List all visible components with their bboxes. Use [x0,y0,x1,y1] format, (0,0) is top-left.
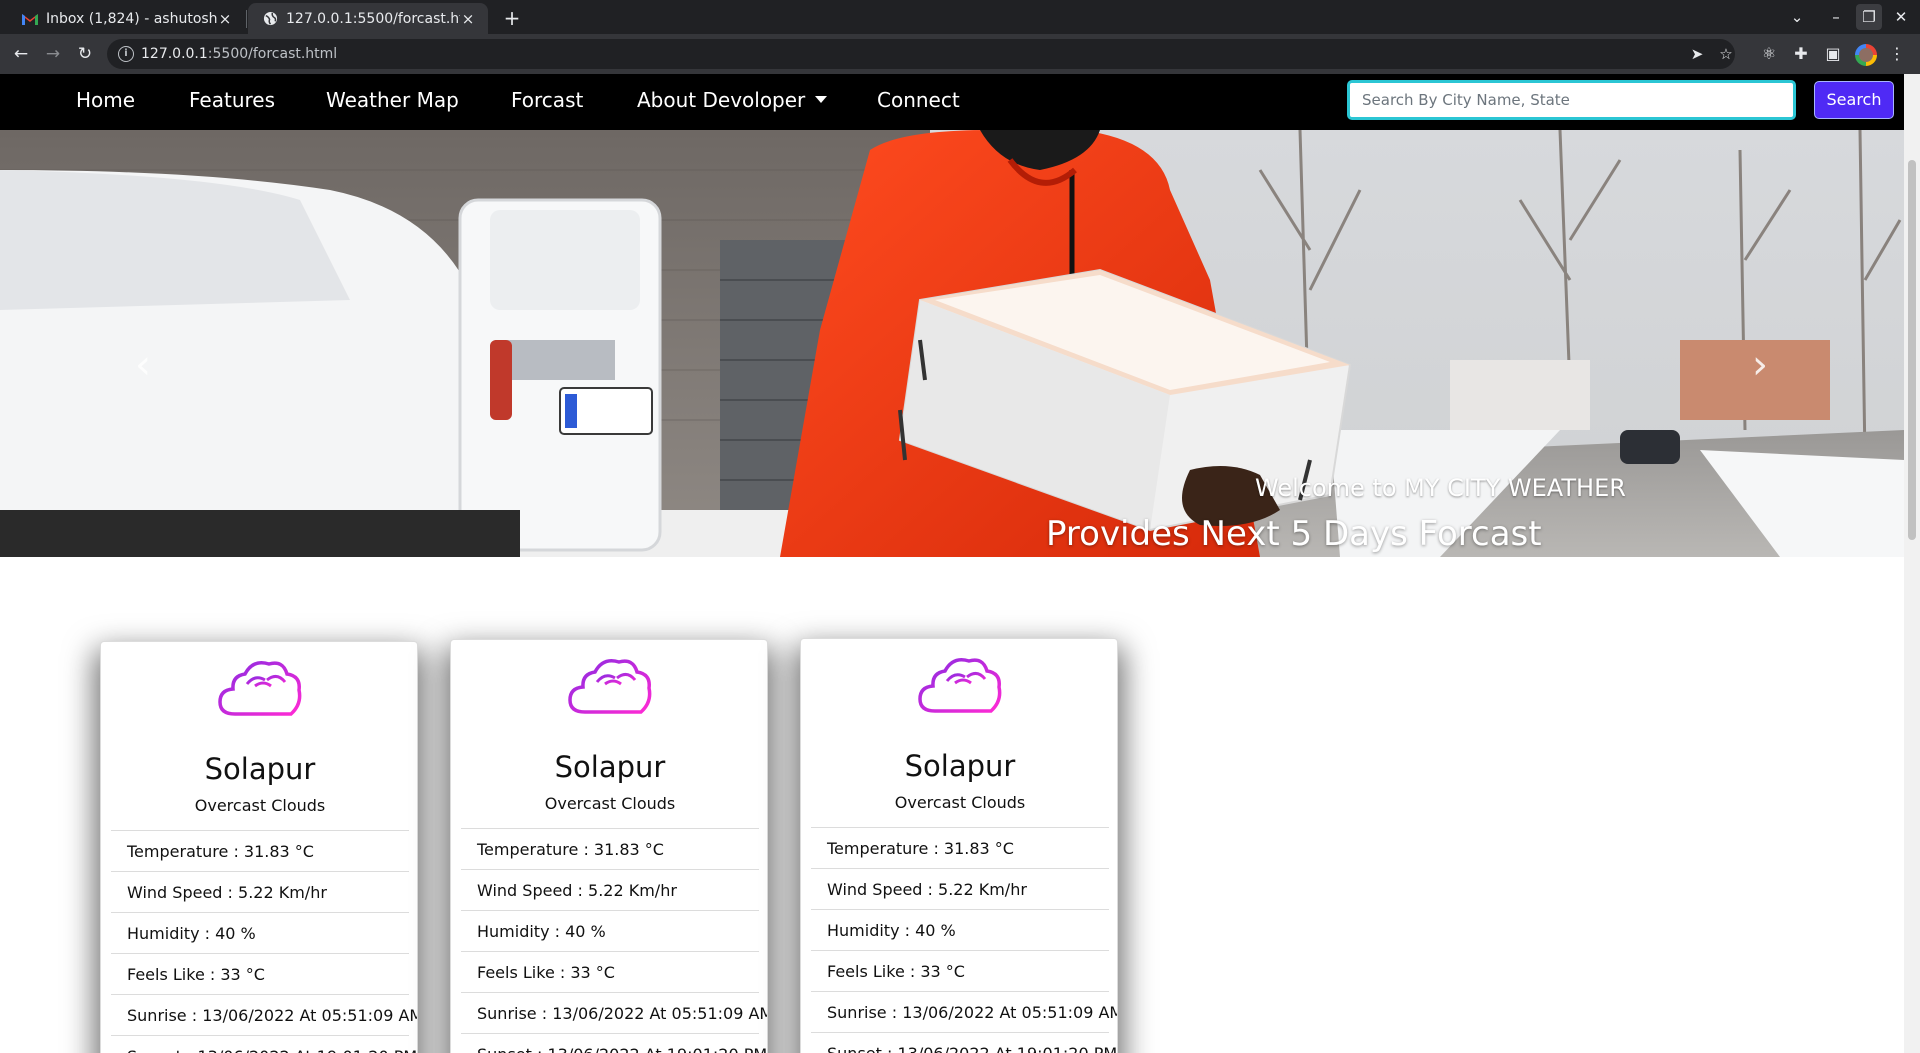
browser-tabstrip: Inbox (1,824) - ashutosh.s × 127.0.0.1:5… [0,0,1920,34]
cloud-icon [218,661,302,716]
side-panel-icon[interactable]: ▣ [1820,41,1846,67]
profile-avatar[interactable] [1855,44,1877,66]
tab-title: 127.0.0.1:5500/forcast.htm [286,10,460,27]
extensions-puzzle-icon[interactable]: ✚ [1788,41,1814,67]
list-item: Feels Like : 33 °C [461,951,759,992]
menu-kebab-icon[interactable]: ⋮ [1884,41,1910,67]
page-viewport: Home Features Weather Map Forcast About … [0,74,1904,1053]
caret-down-icon [815,96,828,103]
nav-connect[interactable]: Connect [877,88,960,112]
hero-welcome-text: Welcome to MY CITY WEATHER [1255,474,1626,502]
browser-toolbar: ← → ↻ i 127.0.0.1:5500/forcast.html ➤ ☆ … [0,34,1920,74]
new-tab-button[interactable]: + [498,5,526,33]
close-icon[interactable]: × [217,10,233,28]
nav-features[interactable]: Features [189,88,275,112]
tab-gmail-inbox[interactable]: Inbox (1,824) - ashutosh.s × [8,3,245,34]
card-details-list: Temperature : 31.83 °C Wind Speed : 5.22… [461,828,767,1053]
tab-forcast-page[interactable]: 127.0.0.1:5500/forcast.htm × [248,3,488,34]
forecast-card: Solapur Overcast Clouds Temperature : 31… [450,639,768,1053]
back-icon[interactable]: ← [8,41,34,67]
card-city: Solapur [554,750,666,784]
hero-carousel: ‹ › Welcome to MY CITY WEATHER Provides … [0,130,1904,557]
close-window-icon[interactable]: ✕ [1888,4,1914,30]
cloud-icon [568,659,652,714]
list-item: Sunrise : 13/06/2022 At 05:51:09 AM [811,991,1117,1032]
list-item: Feels Like : 33 °C [811,950,1109,991]
minimize-icon[interactable]: – [1823,4,1849,30]
list-item: Humidity : 40 % [811,909,1109,950]
bookmark-star-icon[interactable]: ☆ [1716,44,1736,64]
list-item: Humidity : 40 % [111,912,409,953]
globe-icon [262,11,278,27]
card-description: Overcast Clouds [194,796,326,815]
list-item: Sunset : 13/06/2022 At 19:01:20 PM [811,1032,1117,1053]
card-details-list: Temperature : 31.83 °C Wind Speed : 5.22… [811,827,1117,1053]
city-search-input[interactable] [1347,80,1796,120]
list-item: Wind Speed : 5.22 Km/hr [461,869,759,910]
page-scrollbar[interactable] [1904,74,1920,1053]
tab-divider [246,10,247,28]
site-navbar: Home Features Weather Map Forcast About … [0,74,1904,130]
url-text: 127.0.0.1:5500/forcast.html [141,46,338,62]
list-item: Temperature : 31.83 °C [811,827,1109,868]
cloud-icon [918,658,1002,713]
list-item: Wind Speed : 5.22 Km/hr [811,868,1109,909]
list-item: Humidity : 40 % [461,910,759,951]
forward-icon[interactable]: → [40,41,66,67]
close-icon[interactable]: × [460,10,476,28]
search-button[interactable]: Search [1814,81,1894,119]
forecast-card: Solapur Overcast Clouds Temperature : 31… [800,638,1118,1053]
tab-search-icon[interactable]: ⌄ [1784,4,1810,30]
extension-react-icon[interactable]: ⚛ [1756,41,1782,67]
list-item: Sunset : 13/06/2022 At 19:01:20 PM [461,1033,767,1053]
card-description: Overcast Clouds [894,793,1026,812]
gmail-icon [22,11,38,27]
nav-about-developer-label: About Devoloper [637,88,806,112]
list-item: Sunrise : 13/06/2022 At 05:51:09 AM [111,994,417,1035]
forecast-card: Solapur Overcast Clouds Temperature : 31… [100,641,418,1053]
card-description: Overcast Clouds [544,794,676,813]
list-item: Temperature : 31.83 °C [461,828,759,869]
restore-icon[interactable]: ❐ [1856,4,1882,30]
site-info-icon[interactable]: i [118,46,134,62]
card-city: Solapur [904,749,1016,783]
address-bar[interactable]: i 127.0.0.1:5500/forcast.html ➤ ☆ [107,39,1735,69]
tab-title: Inbox (1,824) - ashutosh.s [46,10,217,27]
list-item: Feels Like : 33 °C [111,953,409,994]
send-tab-icon[interactable]: ➤ [1687,44,1707,64]
nav-weather-map[interactable]: Weather Map [326,88,459,112]
nav-about-developer-dropdown[interactable]: About Devoloper [637,88,828,112]
hero-headline: Provides Next 5 Days Forcast [1046,514,1542,554]
nav-home[interactable]: Home [76,88,135,112]
list-item: Wind Speed : 5.22 Km/hr [111,871,409,912]
reload-icon[interactable]: ↻ [72,41,98,67]
list-item: Sunset : 13/06/2022 At 19:01:20 PM [111,1035,417,1053]
scrollbar-thumb[interactable] [1908,160,1916,540]
card-city: Solapur [204,752,316,786]
list-item: Temperature : 31.83 °C [111,830,409,871]
nav-forcast[interactable]: Forcast [511,88,583,112]
card-details-list: Temperature : 31.83 °C Wind Speed : 5.22… [111,830,417,1053]
carousel-prev-icon[interactable]: ‹ [128,345,158,385]
list-item: Sunrise : 13/06/2022 At 05:51:09 AM [461,992,767,1033]
carousel-next-icon[interactable]: › [1745,345,1775,385]
